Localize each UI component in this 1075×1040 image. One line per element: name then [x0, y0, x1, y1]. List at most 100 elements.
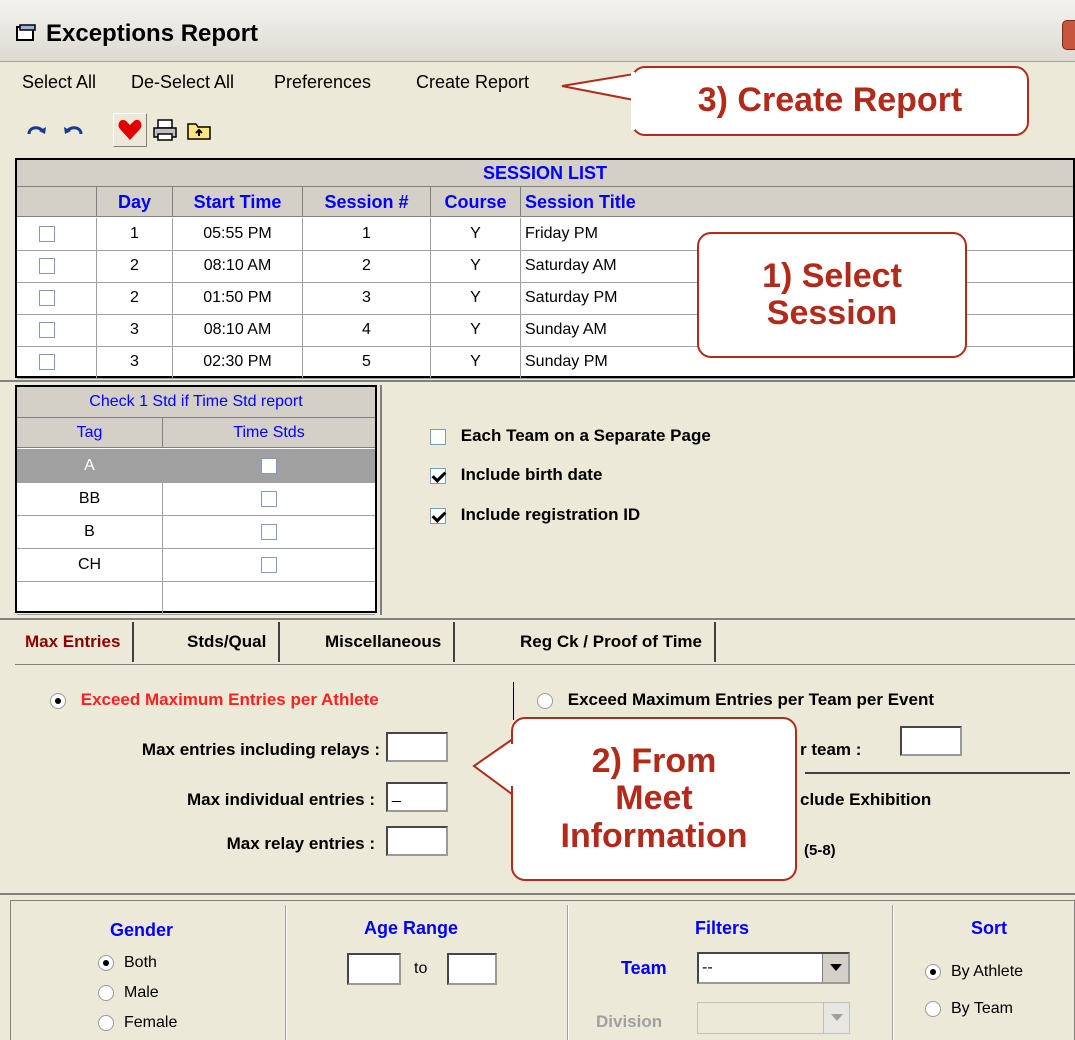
- reg-id-checkbox[interactable]: [430, 507, 446, 524]
- sort-by-team[interactable]: By Team: [925, 1000, 1013, 1018]
- divider: [513, 682, 514, 720]
- col-session-num[interactable]: Session #: [303, 187, 431, 217]
- time-std-checkbox[interactable]: [261, 556, 277, 573]
- callout-create-report: 3) Create Report: [631, 66, 1029, 136]
- session-day-cell: 2: [97, 282, 173, 314]
- team-select[interactable]: --: [697, 952, 850, 984]
- sort-team-radio[interactable]: [925, 1000, 941, 1017]
- row-select-cell: [17, 314, 97, 346]
- division-label: Division: [596, 1012, 663, 1031]
- session-start-cell: 08:10 AM: [173, 250, 303, 282]
- callout-meet-info-line2: Meet: [615, 779, 693, 818]
- gender-both-radio[interactable]: [98, 954, 114, 971]
- chevron-down-icon[interactable]: [822, 954, 848, 982]
- tab-miscellaneous[interactable]: Miscellaneous: [325, 622, 456, 662]
- col-start-time[interactable]: Start Time: [173, 187, 303, 217]
- time-std-checkbox[interactable]: [261, 457, 277, 474]
- tab-reg-ck[interactable]: Reg Ck / Proof of Time: [520, 622, 716, 662]
- sort-team-label: By Team: [951, 1000, 1013, 1017]
- std-row[interactable]: BB: [17, 482, 375, 516]
- option-birth-date[interactable]: Include birth date: [430, 465, 602, 485]
- std-row[interactable]: CH: [17, 548, 375, 582]
- redo-icon[interactable]: [20, 113, 54, 147]
- menu-select-all[interactable]: Select All: [22, 72, 96, 93]
- session-start-cell: 05:55 PM: [173, 218, 303, 250]
- tab-stds-qual[interactable]: Stds/Qual: [187, 622, 281, 662]
- menu-deselect-all[interactable]: De-Select All: [131, 72, 234, 93]
- title-bar: Exceptions Report: [0, 0, 1075, 62]
- per-team-radio[interactable]: [537, 692, 553, 709]
- callout-select-session-line2: Session: [766, 294, 898, 332]
- std-row[interactable]: A: [17, 449, 375, 483]
- col-session-title[interactable]: Session Title: [521, 187, 1073, 217]
- tab-max-entries[interactable]: Max Entries: [25, 622, 135, 662]
- gender-both[interactable]: Both: [98, 954, 157, 972]
- option-reg-id[interactable]: Include registration ID: [430, 505, 640, 525]
- session-start-cell: 08:10 AM: [173, 314, 303, 346]
- gender-male-radio[interactable]: [98, 984, 114, 1001]
- individual-input[interactable]: _: [386, 782, 448, 812]
- age-to-label: to: [414, 960, 428, 977]
- filters-title: Filters: [695, 918, 750, 938]
- relay-label: Max relay entries :: [226, 834, 375, 853]
- team-input[interactable]: [900, 726, 962, 756]
- sort-athlete-radio[interactable]: [925, 963, 941, 980]
- col-day[interactable]: Day: [97, 187, 173, 217]
- close-button[interactable]: [1062, 20, 1075, 50]
- printer-icon[interactable]: [148, 113, 182, 147]
- sort-by-athlete[interactable]: By Athlete: [925, 963, 1023, 981]
- folder-up-icon[interactable]: [182, 113, 216, 147]
- std-row[interactable]: B: [17, 515, 375, 549]
- age-from-input[interactable]: [347, 953, 401, 985]
- session-day-cell: 2: [97, 250, 173, 282]
- heart-icon[interactable]: [113, 113, 147, 147]
- row-select-cell: [17, 282, 97, 314]
- time-std-checkbox[interactable]: [261, 490, 277, 507]
- session-checkbox[interactable]: [39, 225, 55, 242]
- birth-date-checkbox[interactable]: [430, 467, 446, 484]
- callout-pointer-mask: [511, 744, 515, 786]
- team-partial-label: r team :: [800, 740, 862, 759]
- each-team-checkbox[interactable]: [430, 428, 446, 445]
- col-tag[interactable]: Tag: [17, 418, 163, 448]
- gender-female-label: Female: [124, 1014, 178, 1031]
- session-checkbox[interactable]: [39, 257, 55, 274]
- callout-select-session: 1) Select Session: [697, 232, 967, 358]
- per-athlete-label: Exceed Maximum Entries per Athlete: [80, 690, 379, 709]
- divider: [0, 380, 1075, 382]
- undo-icon[interactable]: [56, 113, 90, 147]
- menu-preferences[interactable]: Preferences: [274, 72, 371, 93]
- col-course[interactable]: Course: [431, 187, 521, 217]
- gender-male-label: Male: [124, 984, 159, 1001]
- each-team-label: Each Team on a Separate Page: [460, 426, 711, 445]
- session-checkbox[interactable]: [39, 353, 55, 370]
- chevron-down-icon[interactable]: [823, 1003, 849, 1033]
- team-select-value: --: [702, 959, 713, 976]
- gender-male[interactable]: Male: [98, 984, 159, 1002]
- menu-create-report[interactable]: Create Report: [416, 72, 529, 93]
- division-select[interactable]: [697, 1002, 850, 1034]
- radio-per-team[interactable]: Exceed Maximum Entries per Team per Even…: [537, 690, 934, 710]
- callout-meet-info-line3: Information: [560, 816, 748, 855]
- divider: [892, 905, 894, 1040]
- relay-input[interactable]: [386, 826, 448, 856]
- col-time-stds[interactable]: Time Stds: [163, 418, 375, 448]
- option-each-team[interactable]: Each Team on a Separate Page: [430, 426, 711, 446]
- session-course-cell: Y: [431, 314, 521, 346]
- std-check-cell: [163, 548, 375, 581]
- session-session-cell: 4: [303, 314, 431, 346]
- radio-per-athlete[interactable]: Exceed Maximum Entries per Athlete: [50, 690, 379, 710]
- gender-female-radio[interactable]: [98, 1014, 114, 1031]
- team-label: Team: [621, 958, 667, 978]
- divider: [0, 618, 1075, 620]
- panel-divider: [380, 385, 382, 615]
- session-checkbox[interactable]: [39, 289, 55, 306]
- age-to-input[interactable]: [447, 953, 497, 985]
- std-tag-cell: [17, 581, 163, 614]
- std-row[interactable]: [17, 581, 375, 615]
- session-checkbox[interactable]: [39, 321, 55, 338]
- incl-relays-input[interactable]: [386, 732, 448, 762]
- per-athlete-radio[interactable]: [50, 692, 66, 709]
- gender-female[interactable]: Female: [98, 1014, 177, 1032]
- time-std-checkbox[interactable]: [261, 523, 277, 540]
